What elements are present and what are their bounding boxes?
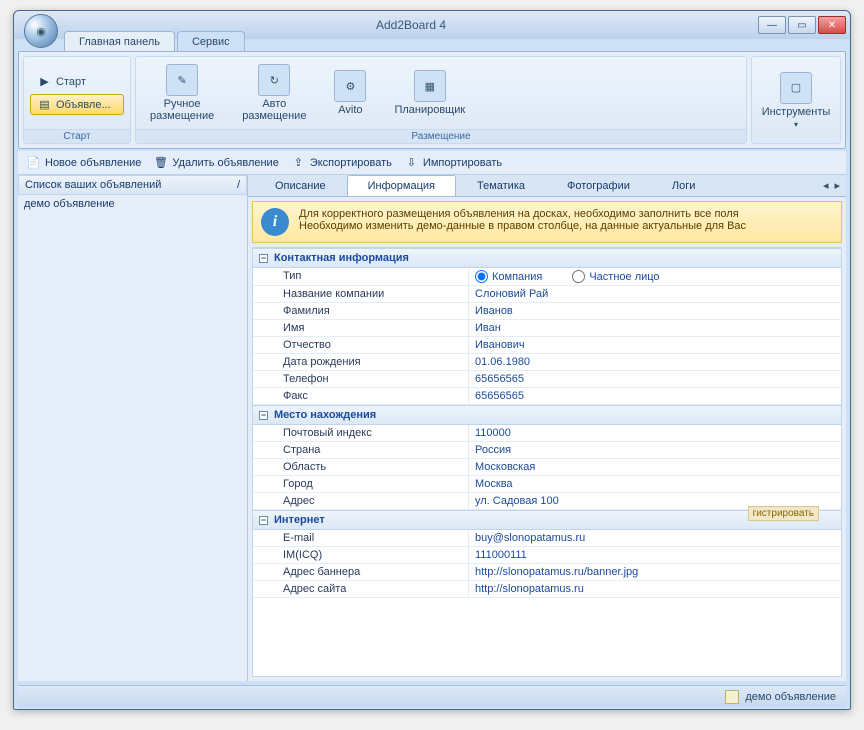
ads-list-panel: Список ваших объявлений/ демо объявление: [18, 175, 248, 681]
main-window: ◉ Add2Board 4 — ▭ ✕ Главная панель Серви…: [13, 10, 851, 710]
register-button[interactable]: гистрировать: [748, 506, 819, 521]
detail-panel: Описание Информация Тематика Фотографии …: [248, 175, 846, 681]
ribbon-tabs: Главная панель Сервис: [14, 27, 850, 51]
avito-icon: ⚙: [334, 70, 366, 102]
tab-logs[interactable]: Логи: [651, 175, 717, 196]
zip-field[interactable]: [475, 427, 835, 439]
radio-person[interactable]: Частное лицо: [572, 270, 659, 283]
info-banner: i Для корректного размещения объявления …: [252, 201, 842, 243]
auto-placement-button[interactable]: ↻Авто размещение: [234, 62, 314, 124]
ads-list-header[interactable]: Список ваших объявлений/: [18, 175, 247, 195]
collapse-icon[interactable]: −: [259, 411, 268, 420]
firstname-field[interactable]: [475, 322, 835, 334]
phone-field[interactable]: [475, 373, 835, 385]
status-icon: [725, 690, 739, 704]
auto-icon: ↻: [258, 64, 290, 96]
new-ad-button[interactable]: 📄Новое объявление: [26, 155, 141, 170]
ribbon: ▶Старт ▤Объявле... Старт ✎Ручное размеще…: [18, 51, 846, 149]
tab-photos[interactable]: Фотографии: [546, 175, 651, 196]
start-button[interactable]: ▶Старт: [30, 71, 124, 92]
radio-company[interactable]: Компания: [475, 270, 542, 283]
next-icon[interactable]: ▸: [832, 179, 842, 192]
section-location[interactable]: −Место нахождения: [253, 405, 841, 425]
tools-button[interactable]: ▢Инструменты▾: [754, 70, 839, 131]
tab-information[interactable]: Информация: [347, 175, 456, 196]
collapse-icon[interactable]: −: [259, 516, 268, 525]
fax-field[interactable]: [475, 390, 835, 402]
list-item[interactable]: демо объявление: [18, 195, 247, 213]
birthdate-field[interactable]: [475, 356, 835, 368]
company-name-field[interactable]: [475, 288, 835, 300]
tools-icon: ▢: [780, 72, 812, 104]
property-grid[interactable]: −Контактная информация Тип Компания Част…: [252, 247, 842, 677]
tab-nav: ◂▸: [821, 179, 846, 192]
chevron-down-icon: ▾: [794, 120, 798, 129]
region-field[interactable]: [475, 461, 835, 473]
manual-icon: ✎: [166, 64, 198, 96]
list-icon: ▤: [37, 97, 52, 112]
group-title-placement: Размещение: [136, 129, 746, 143]
ads-button[interactable]: ▤Объявле...: [30, 94, 124, 115]
import-icon: ⇩: [404, 155, 419, 170]
avito-button[interactable]: ⚙Avito: [326, 68, 374, 118]
import-button[interactable]: ⇩Импортировать: [404, 155, 502, 170]
banner-field[interactable]: [475, 566, 835, 578]
scheduler-button[interactable]: ▦Планировщик: [386, 68, 473, 118]
site-field[interactable]: [475, 583, 835, 595]
middlename-field[interactable]: [475, 339, 835, 351]
statusbar: демо объявление: [18, 685, 846, 707]
prev-icon[interactable]: ◂: [821, 179, 831, 192]
tab-topic[interactable]: Тематика: [456, 175, 546, 196]
delete-icon: 🗑: [153, 155, 168, 170]
info-icon: i: [261, 208, 289, 236]
new-icon: 📄: [26, 155, 41, 170]
delete-ad-button[interactable]: 🗑Удалить объявление: [153, 155, 278, 170]
manual-placement-button[interactable]: ✎Ручное размещение: [142, 62, 222, 124]
group-title-start: Старт: [24, 129, 130, 143]
collapse-icon[interactable]: −: [259, 254, 268, 263]
country-field[interactable]: [475, 444, 835, 456]
play-icon: ▶: [37, 74, 52, 89]
export-button[interactable]: ⇪Экспортировать: [291, 155, 392, 170]
sort-icon: /: [237, 179, 240, 191]
content-area: Список ваших объявлений/ демо объявление…: [18, 175, 846, 681]
section-contact[interactable]: −Контактная информация: [253, 248, 841, 268]
city-field[interactable]: [475, 478, 835, 490]
email-field[interactable]: [475, 532, 835, 544]
tab-service[interactable]: Сервис: [177, 31, 245, 51]
detail-tabs: Описание Информация Тематика Фотографии …: [248, 175, 846, 197]
tab-main-panel[interactable]: Главная панель: [64, 31, 175, 51]
icq-field[interactable]: [475, 549, 835, 561]
tab-description[interactable]: Описание: [254, 175, 347, 196]
status-text: демо объявление: [745, 691, 836, 703]
export-icon: ⇪: [291, 155, 306, 170]
calendar-icon: ▦: [414, 70, 446, 102]
app-orb-icon[interactable]: ◉: [24, 14, 58, 48]
toolbar: 📄Новое объявление 🗑Удалить объявление ⇪Э…: [18, 151, 846, 175]
lastname-field[interactable]: [475, 305, 835, 317]
